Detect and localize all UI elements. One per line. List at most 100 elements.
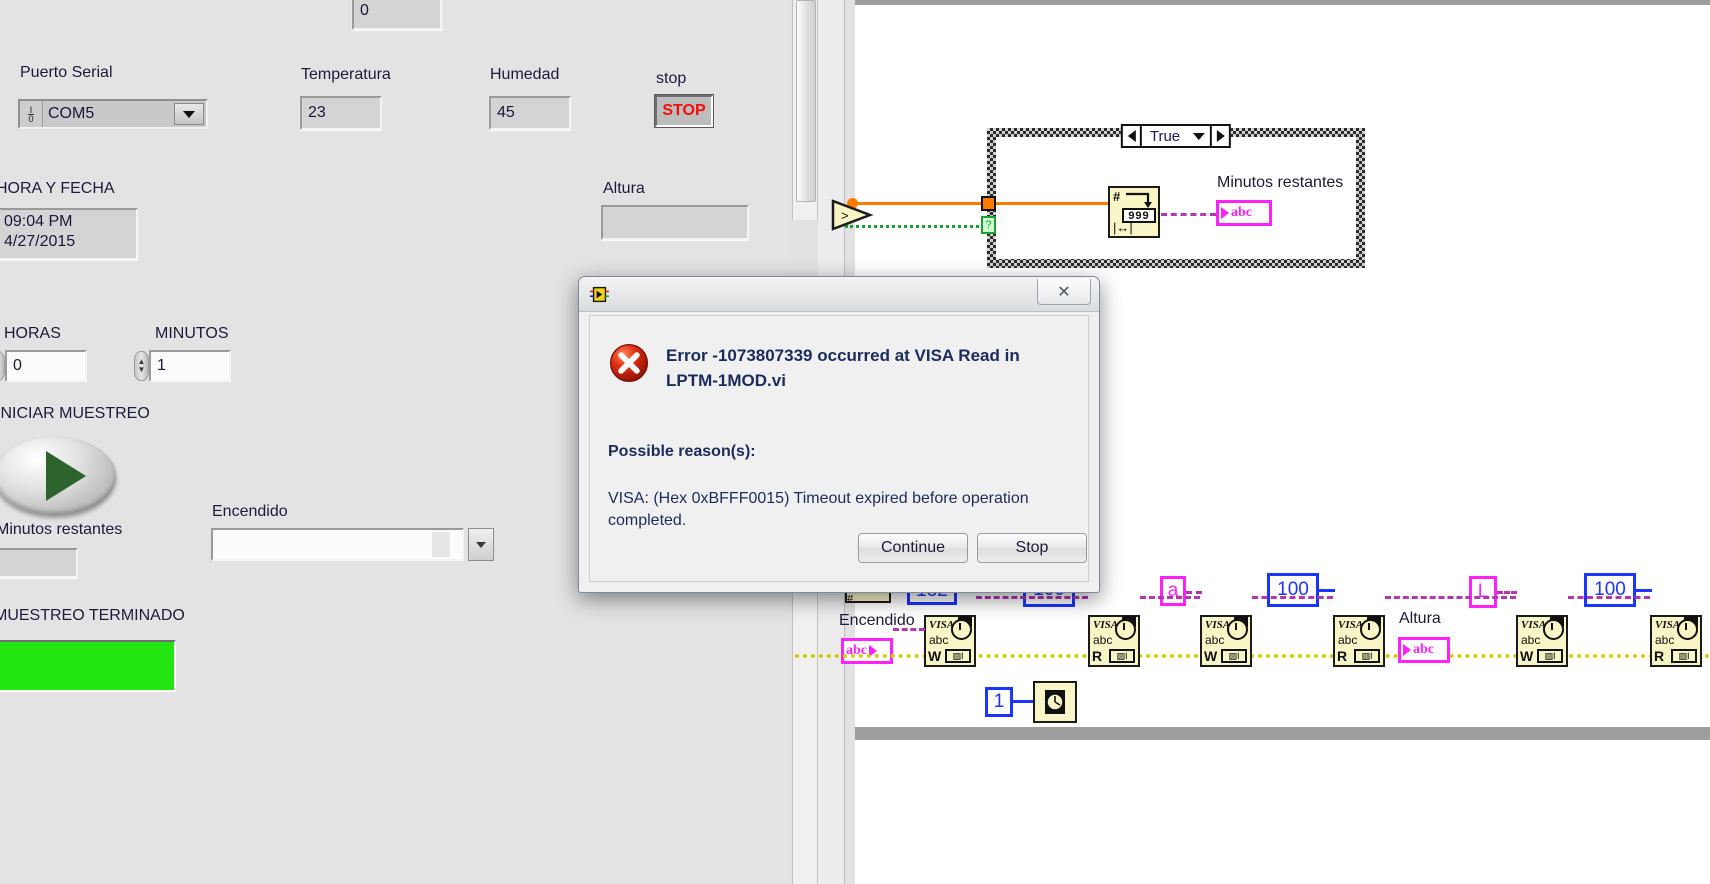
- case-tunnel-orange: [981, 196, 996, 211]
- visa-read-2[interactable]: VISA abc R ▨I: [1333, 615, 1385, 667]
- clock-icon: [1045, 690, 1065, 714]
- temperatura-label: Temperatura: [301, 66, 391, 83]
- wire-string-out: [1161, 213, 1216, 216]
- encendido-field[interactable]: [211, 528, 464, 561]
- visa-sub-label: abc: [929, 633, 949, 647]
- horas-label: HORAS: [4, 325, 61, 342]
- hash-glyph-icon: #: [1113, 189, 1121, 204]
- scrollbar-thumb[interactable]: [796, 0, 816, 202]
- error-dialog[interactable]: ✕ Error -1073807339 occurred at VISA Rea…: [578, 276, 1100, 593]
- constant-100-b[interactable]: 100: [1267, 573, 1319, 607]
- encendido-dropdown-icon[interactable]: [468, 528, 494, 561]
- case-structure[interactable]: True: [987, 124, 1365, 268]
- wire-visa-chain-2: [976, 596, 1088, 599]
- visa-mode-w: W: [928, 648, 942, 664]
- iniciar-muestreo-switch[interactable]: [0, 437, 116, 515]
- arrow-hook-icon: [1126, 192, 1152, 208]
- wait-ms-node[interactable]: [1033, 681, 1077, 723]
- puerto-serial-label: Puerto Serial: [20, 64, 113, 81]
- visa-io-glyph-icon: ▨I: [945, 649, 971, 663]
- greater-than-icon: >: [831, 199, 874, 231]
- fecha-value: 4/27/2015: [4, 233, 76, 250]
- visa-write-1[interactable]: VISA abc W ▨I: [924, 615, 976, 667]
- abc-glyph: abc: [1413, 642, 1434, 657]
- wire-const-100-b: [1319, 589, 1335, 592]
- visa-sub-label: abc: [1093, 633, 1113, 647]
- indicator-arrow-icon: [1221, 207, 1229, 219]
- case-selector[interactable]: True: [1120, 124, 1232, 148]
- number-to-fractional-string-node[interactable]: # 999 |↔|: [1108, 186, 1160, 238]
- visa-write-3[interactable]: VISA abc W ▨I: [1516, 615, 1568, 667]
- case-dropdown-icon[interactable]: [1188, 126, 1210, 146]
- constant-wait-1[interactable]: 1: [985, 687, 1013, 717]
- humedad-label: Humedad: [490, 66, 560, 83]
- front-panel-scrollbar[interactable]: [792, 0, 818, 220]
- altura-bd-label: Altura: [1399, 610, 1441, 627]
- minutos-restantes-label: Minutos restantes: [0, 521, 123, 538]
- stop-label: stop: [656, 70, 687, 87]
- visa-mode-w: W: [1204, 648, 1218, 664]
- horas-control[interactable]: ▲▼ 0: [0, 350, 87, 382]
- case-selector-value: True: [1149, 127, 1181, 145]
- width-glyph-icon: |↔|: [1113, 220, 1133, 235]
- possible-reasons-heading: Possible reason(s):: [608, 443, 756, 460]
- encendido-caret: [432, 532, 450, 557]
- constant-100-c[interactable]: 100: [1584, 573, 1636, 607]
- minutos-restantes-bd-label: Minutos restantes: [1217, 174, 1344, 191]
- possible-reasons-body: VISA: (Hex 0xBFFF0015) Timeout expired b…: [608, 490, 1029, 530]
- horas-value[interactable]: 0: [5, 350, 87, 382]
- visa-io-glyph-icon: ▨I: [1537, 649, 1563, 663]
- visa-mode-r: R: [1337, 648, 1348, 664]
- constant-char-a[interactable]: a: [1160, 576, 1186, 606]
- visa-mode-r: R: [1092, 648, 1103, 664]
- encendido-control[interactable]: [211, 528, 494, 561]
- visa-read-1[interactable]: VISA abc R ▨I: [1088, 615, 1140, 667]
- greater-than-node[interactable]: >: [830, 198, 876, 232]
- wire-wait-input: [1013, 700, 1033, 703]
- humedad-indicator: 45: [489, 96, 571, 130]
- continue-button[interactable]: Continue: [858, 533, 968, 563]
- encendido-bd-terminal[interactable]: abc: [841, 638, 893, 664]
- altura-bd-indicator[interactable]: abc: [1398, 637, 1450, 663]
- visa-io-glyph-icon: ▨I: [1354, 649, 1380, 663]
- clock-icon: [1360, 619, 1381, 640]
- temperatura-indicator: 23: [300, 96, 382, 130]
- clock-icon: [951, 619, 972, 640]
- close-icon[interactable]: ✕: [1037, 279, 1091, 305]
- minutos-restantes-bd-indicator[interactable]: abc: [1216, 200, 1272, 226]
- minutos-label: MINUTOS: [155, 325, 229, 342]
- clock-icon: [1227, 619, 1248, 640]
- visa-read-3[interactable]: VISA abc R ▨I: [1650, 615, 1702, 667]
- case-next-arrow-icon[interactable]: [1210, 126, 1229, 146]
- clock-icon: [1115, 619, 1136, 640]
- minutos-spinner[interactable]: ▲ ▼: [134, 351, 149, 381]
- dialog-titlebar[interactable]: ✕: [579, 277, 1099, 312]
- minutos-value[interactable]: 1: [149, 350, 231, 382]
- visa-sub-label: abc: [1205, 633, 1225, 647]
- constant-char-L[interactable]: L: [1469, 576, 1497, 608]
- dialog-stop-button[interactable]: Stop: [977, 533, 1087, 563]
- stop-button[interactable]: STOP: [655, 95, 713, 127]
- wire-visa-chain-5: [1385, 596, 1516, 599]
- wire-char-a: [1186, 591, 1202, 594]
- visa-write-2[interactable]: VISA abc W ▨I: [1200, 615, 1252, 667]
- dialog-body: Error -1073807339 occurred at VISA Read …: [589, 315, 1089, 582]
- chevron-down-icon[interactable]: [174, 103, 204, 125]
- puerto-serial-combo[interactable]: I0 COM5: [18, 99, 208, 129]
- case-prev-arrow-icon[interactable]: [1123, 126, 1142, 146]
- visa-sub-label: abc: [1521, 633, 1541, 647]
- top-numeric-indicator: 0: [352, 0, 442, 30]
- puerto-serial-value: COM5: [43, 101, 172, 127]
- error-icon: [609, 343, 649, 383]
- bd-top-strip: [855, 0, 1710, 5]
- visa-io-glyph-icon: ▨I: [1671, 649, 1697, 663]
- case-structure-interior: [996, 137, 1356, 259]
- clock-icon: [1543, 619, 1564, 640]
- wire-visa-chain-1: [893, 628, 925, 631]
- visa-mode-r: R: [1654, 648, 1665, 664]
- wire-visa-chain-4: [1252, 596, 1333, 599]
- minutos-control[interactable]: ▲ ▼ 1: [134, 350, 231, 382]
- muestreo-terminado-label: MUESTREO TERMINADO: [0, 607, 185, 624]
- hora-y-fecha-indicator: 09:04 PM 4/27/2015: [0, 208, 138, 260]
- visa-sub-label: abc: [1338, 633, 1358, 647]
